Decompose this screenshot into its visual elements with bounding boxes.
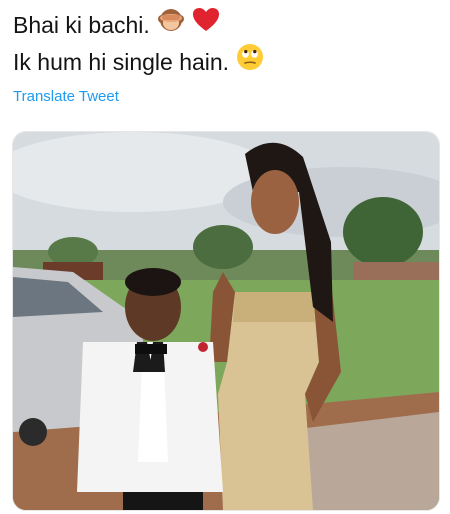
translate-tweet-link[interactable]: Translate Tweet <box>13 88 119 105</box>
tweet-photo[interactable] <box>12 131 440 511</box>
tweet-text: Bhai ki bachi. Ik hum hi single hain. <box>13 6 433 80</box>
face-with-rolling-eyes-icon <box>236 43 264 80</box>
tweet-line-2: Ik hum hi single hain. <box>13 43 433 80</box>
red-heart-icon <box>192 7 220 42</box>
see-no-evil-monkey-icon <box>157 6 185 43</box>
tweet-line-1: Bhai ki bachi. <box>13 6 433 43</box>
tweet-line-2-text: Ik hum hi single hain. <box>13 48 230 75</box>
tweet-line-1-text: Bhai ki bachi. <box>13 11 150 38</box>
